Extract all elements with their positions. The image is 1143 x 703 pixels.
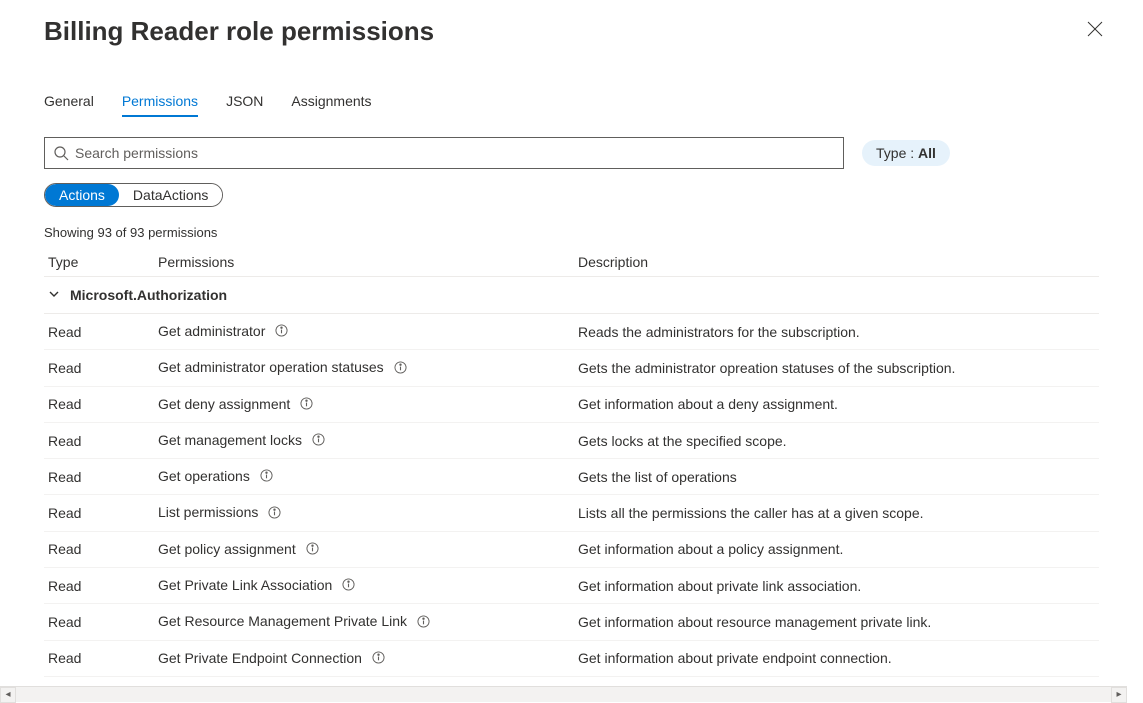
cell-permission: List permissions	[154, 495, 574, 531]
chevron-down-icon	[48, 287, 60, 303]
table-row[interactable]: ReadGet Private Link Association Get inf…	[44, 568, 1099, 604]
tab-general[interactable]: General	[44, 93, 94, 117]
tab-assignments[interactable]: Assignments	[291, 93, 371, 117]
page-title: Billing Reader role permissions	[44, 10, 434, 47]
toggle-actions[interactable]: Actions	[45, 184, 119, 206]
result-count: Showing 93 of 93 permissions	[44, 225, 1099, 240]
cell-permission: Get operations	[154, 459, 574, 495]
cell-type: Read	[44, 422, 154, 458]
info-icon[interactable]	[417, 615, 430, 631]
cell-type: Read	[44, 495, 154, 531]
search-input[interactable]	[75, 145, 835, 161]
cell-type: Read	[44, 350, 154, 386]
cell-description: Get information about resource managemen…	[574, 604, 1099, 640]
type-filter-value: All	[918, 145, 936, 161]
table-row[interactable]: ReadGet management locks Gets locks at t…	[44, 422, 1099, 458]
info-icon[interactable]	[394, 361, 407, 377]
cell-permission: Get policy assignment	[154, 531, 574, 567]
tab-permissions[interactable]: Permissions	[122, 93, 198, 117]
cell-type: Read	[44, 640, 154, 676]
cell-description: Gets the list of operations	[574, 459, 1099, 495]
cell-description: Gets locks at the specified scope.	[574, 422, 1099, 458]
search-icon	[53, 145, 69, 161]
table-row[interactable]: ReadGet administrator operation statuses…	[44, 350, 1099, 386]
cell-permission: Get administrator operation statuses	[154, 350, 574, 386]
table-row[interactable]: ReadGet operations Gets the list of oper…	[44, 459, 1099, 495]
table-row[interactable]: ReadGet Resource Management Private Link…	[44, 604, 1099, 640]
cell-type: Read	[44, 386, 154, 422]
close-icon	[1087, 21, 1103, 37]
info-icon[interactable]	[372, 651, 385, 667]
cell-type: Read	[44, 314, 154, 350]
content-scroll[interactable]: Billing Reader role permissions General …	[14, 0, 1129, 688]
cell-description: Get information about private link assoc…	[574, 568, 1099, 604]
cell-permission: Get management locks	[154, 422, 574, 458]
col-header-type[interactable]: Type	[44, 248, 154, 277]
info-icon[interactable]	[306, 542, 319, 558]
info-icon[interactable]	[275, 324, 288, 340]
table-row[interactable]: ReadList permissions Lists all the permi…	[44, 495, 1099, 531]
cell-description: Get information about a deny assignment.	[574, 386, 1099, 422]
cell-type: Read	[44, 604, 154, 640]
cell-permission: Get administrator	[154, 314, 574, 350]
cell-description: Lists all the permissions the caller has…	[574, 495, 1099, 531]
group-name: Microsoft.Authorization	[70, 287, 227, 303]
info-icon[interactable]	[312, 433, 325, 449]
horizontal-scrollbar[interactable]: ◂ ▸	[0, 686, 1127, 702]
search-box[interactable]	[44, 137, 844, 169]
scroll-right-icon[interactable]: ▸	[1111, 687, 1127, 703]
group-row[interactable]: Microsoft.Authorization	[44, 277, 1099, 314]
info-icon[interactable]	[342, 578, 355, 594]
tab-bar: General Permissions JSON Assignments	[44, 93, 1099, 117]
cell-type: Read	[44, 568, 154, 604]
close-button[interactable]	[1083, 16, 1107, 47]
scroll-left-icon[interactable]: ◂	[0, 687, 16, 703]
col-header-permissions[interactable]: Permissions	[154, 248, 574, 277]
cell-permission: Get Private Endpoint Connection	[154, 640, 574, 676]
tab-json[interactable]: JSON	[226, 93, 263, 117]
toggle-dataactions[interactable]: DataActions	[119, 184, 222, 206]
cell-permission: Get Resource Management Private Link	[154, 604, 574, 640]
action-toggle: Actions DataActions	[44, 183, 223, 207]
cell-permission: Get Private Link Association	[154, 568, 574, 604]
cell-type: Read	[44, 531, 154, 567]
permissions-table: Type Permissions Description Microsoft.A…	[44, 248, 1099, 688]
table-row[interactable]: ReadGet deny assignment Get information …	[44, 386, 1099, 422]
table-row[interactable]: ReadGet policy assignment Get informatio…	[44, 531, 1099, 567]
cell-description: Get information about private endpoint c…	[574, 640, 1099, 676]
info-icon[interactable]	[260, 469, 273, 485]
cell-description: Reads the administrators for the subscri…	[574, 314, 1099, 350]
type-filter[interactable]: Type : All	[862, 140, 950, 166]
info-icon[interactable]	[300, 397, 313, 413]
panel: Billing Reader role permissions General …	[14, 0, 1129, 688]
table-row[interactable]: ReadGet administrator Reads the administ…	[44, 314, 1099, 350]
cell-permission: Get deny assignment	[154, 386, 574, 422]
cell-type: Read	[44, 459, 154, 495]
table-row[interactable]: ReadGet Private Endpoint Connection Get …	[44, 640, 1099, 676]
col-header-description[interactable]: Description	[574, 248, 1099, 277]
cell-description: Get information about a policy assignmen…	[574, 531, 1099, 567]
cell-description: Gets the administrator opreation statuse…	[574, 350, 1099, 386]
info-icon[interactable]	[268, 506, 281, 522]
type-filter-label: Type :	[876, 145, 918, 161]
